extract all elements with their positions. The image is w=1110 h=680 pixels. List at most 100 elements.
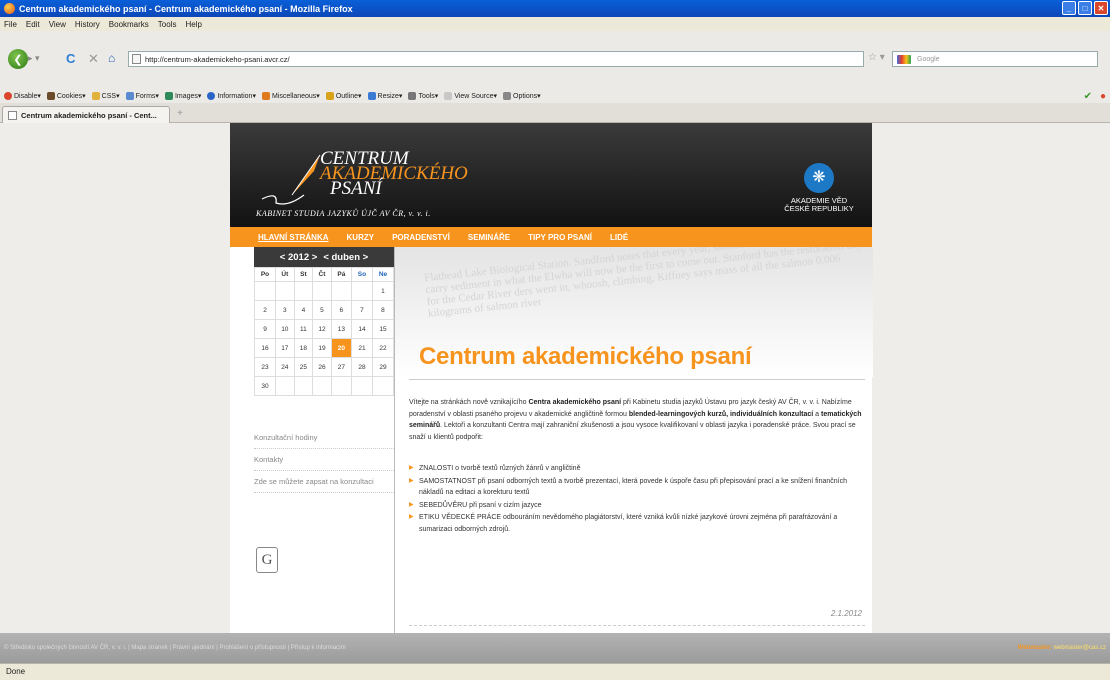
menu-edit[interactable]: Edit	[26, 20, 40, 29]
calendar-day[interactable]: 3	[275, 300, 295, 320]
devtool-outline[interactable]: Outline▾	[325, 92, 362, 100]
calendar-day[interactable]: 21	[350, 338, 373, 358]
calendar-day[interactable]: 29	[371, 357, 395, 377]
devtool-cookies[interactable]: Cookies▾	[46, 92, 86, 100]
url-bar[interactable]: http://centrum-akademickeho-psani.avcr.c…	[128, 51, 864, 67]
devtool-label: Disable▾	[14, 93, 41, 100]
calendar-day[interactable]: 10	[275, 319, 295, 339]
disable-icon	[4, 92, 12, 100]
outline-icon	[325, 92, 334, 100]
footer-links[interactable]: © Středisko společných činností AV ČR, v…	[4, 645, 346, 651]
close-icon[interactable]: ✕	[1094, 1, 1108, 15]
menu-file[interactable]: File	[4, 20, 17, 29]
calendar-day[interactable]: 23	[253, 357, 277, 377]
calendar-week: 30	[253, 376, 395, 396]
error-icon[interactable]: ●	[1100, 91, 1106, 102]
new-tab-button[interactable]: +	[174, 108, 186, 120]
calendar-day[interactable]: 22	[371, 338, 395, 358]
bookmark-star-icon[interactable]: ☆ ▾	[868, 52, 885, 63]
calendar-day[interactable]: 9	[253, 319, 277, 339]
calendar-day[interactable]: 11	[293, 319, 314, 339]
maximize-icon[interactable]: □	[1078, 1, 1092, 15]
nav-seminare[interactable]: SEMINÁŘE	[468, 233, 510, 242]
devtool-disable[interactable]: Disable▾	[4, 92, 41, 100]
back-button[interactable]: ❮	[8, 49, 28, 69]
minimize-icon[interactable]: _	[1062, 1, 1076, 15]
calendar-empty-cell	[275, 376, 295, 396]
calendar-day[interactable]: 26	[312, 357, 332, 377]
calendar-empty-cell	[371, 376, 395, 396]
reload-button[interactable]: C	[66, 51, 75, 66]
calendar-day[interactable]: 7	[350, 300, 373, 320]
menu-view[interactable]: View	[49, 20, 66, 29]
calendar-day[interactable]: 14	[350, 319, 373, 339]
calendar-day[interactable]: 25	[293, 357, 314, 377]
calendar-day[interactable]: 30	[253, 376, 277, 396]
calendar-empty-cell	[312, 376, 332, 396]
devtool-tools[interactable]: Tools▾	[408, 92, 438, 100]
menu-bookmarks[interactable]: Bookmarks	[109, 20, 149, 29]
forward-dropdown-icon[interactable]: ▸ ▾	[28, 53, 40, 64]
tab-active[interactable]: Centrum akademického psaní - Cent...	[2, 106, 170, 123]
calendar-month-nav[interactable]: < duben >	[323, 252, 368, 263]
nav-kurzy[interactable]: KURZY	[347, 233, 375, 242]
devtool-label: Forms▾	[135, 93, 159, 100]
webmaster-email[interactable]: webmaster@cas.cz	[1054, 645, 1106, 651]
devtool-information[interactable]: Information▾	[207, 92, 256, 100]
link-kontakty[interactable]: Kontakty	[254, 449, 394, 471]
webmaster-label: Webmaster:	[1017, 645, 1052, 651]
calendar-day[interactable]: 28	[350, 357, 373, 377]
check-icon[interactable]: ✔	[1084, 91, 1092, 102]
devtool-forms[interactable]: Forms▾	[125, 92, 159, 100]
devtool-resize[interactable]: Resize▾	[367, 92, 402, 100]
list-item: SEBEDŮVĚRU při psaní v cizím jazyce	[409, 500, 865, 512]
stop-button[interactable]: ✕	[88, 51, 99, 67]
calendar-day[interactable]: 4	[293, 300, 314, 320]
calendar-day[interactable]: 19	[312, 338, 332, 358]
calendar-empty-cell	[330, 376, 352, 396]
calendar-day[interactable]: 1	[371, 281, 395, 301]
menu-history[interactable]: History	[75, 20, 100, 29]
calendar-day[interactable]: 18	[293, 338, 314, 358]
calendar-day[interactable]: 20	[330, 338, 352, 358]
status-bar: Done	[0, 663, 1110, 680]
calendar-day[interactable]: 15	[371, 319, 395, 339]
calendar-year-nav[interactable]: < 2012 >	[280, 252, 318, 263]
calendar-empty-cell	[293, 376, 314, 396]
devtool-view-source[interactable]: View Source▾	[444, 92, 497, 100]
home-button[interactable]: ⌂	[108, 51, 115, 65]
devtool-options[interactable]: Options▾	[503, 92, 541, 100]
calendar-day[interactable]: 24	[275, 357, 295, 377]
calendar-day[interactable]: 27	[330, 357, 352, 377]
avcr-logo[interactable]: ❋ AKADEMIE VĚD ČESKÉ REPUBLIKY	[774, 163, 864, 213]
link-konzultacni-hodiny[interactable]: Konzultační hodiny	[254, 427, 394, 449]
devtool-label: Outline▾	[335, 93, 362, 100]
site-logo[interactable]: CENTRUM AKADEMICKÉHO PSANÍ	[320, 149, 468, 198]
menu-help[interactable]: Help	[185, 20, 201, 29]
nav-lide[interactable]: LIDÉ	[610, 233, 628, 242]
calendar-weekday: So	[350, 267, 373, 282]
nav-tipy-pro-psani[interactable]: TIPY PRO PSANÍ	[528, 233, 592, 242]
calendar-day[interactable]: 5	[312, 300, 332, 320]
calendar-day[interactable]: 13	[330, 319, 352, 339]
menu-tools[interactable]: Tools	[158, 20, 177, 29]
calendar-day[interactable]: 6	[330, 300, 352, 320]
devtool-images[interactable]: Images▾	[164, 92, 201, 100]
link-zapis-konzultace[interactable]: Zde se můžete zapsat na konzultaci	[254, 471, 394, 493]
calendar-day[interactable]: 8	[371, 300, 395, 320]
page-viewport: CENTRUM AKADEMICKÉHO PSANÍ KABINET STUDI…	[0, 123, 1110, 633]
nav-hlavni-stranka[interactable]: HLAVNÍ STRÁNKA	[258, 233, 329, 242]
calendar-day[interactable]: 2	[253, 300, 277, 320]
search-input[interactable]: Google	[892, 51, 1098, 67]
nav-poradenstvi[interactable]: PORADENSTVÍ	[392, 233, 450, 242]
devtool-miscellaneous[interactable]: Miscellaneous▾	[261, 92, 320, 100]
devtool-css[interactable]: CSS▾	[91, 92, 120, 100]
devtool-label: Options▾	[513, 93, 541, 100]
calendar-day[interactable]: 12	[312, 319, 332, 339]
site-footer: © Středisko společných činností AV ČR, v…	[0, 633, 1110, 663]
ujc-logo-icon[interactable]: G	[256, 547, 278, 573]
quill-icon	[261, 154, 321, 205]
calendar-day[interactable]: 16	[253, 338, 277, 358]
calendar-day[interactable]: 17	[275, 338, 295, 358]
devtool-label: CSS▾	[101, 93, 120, 100]
